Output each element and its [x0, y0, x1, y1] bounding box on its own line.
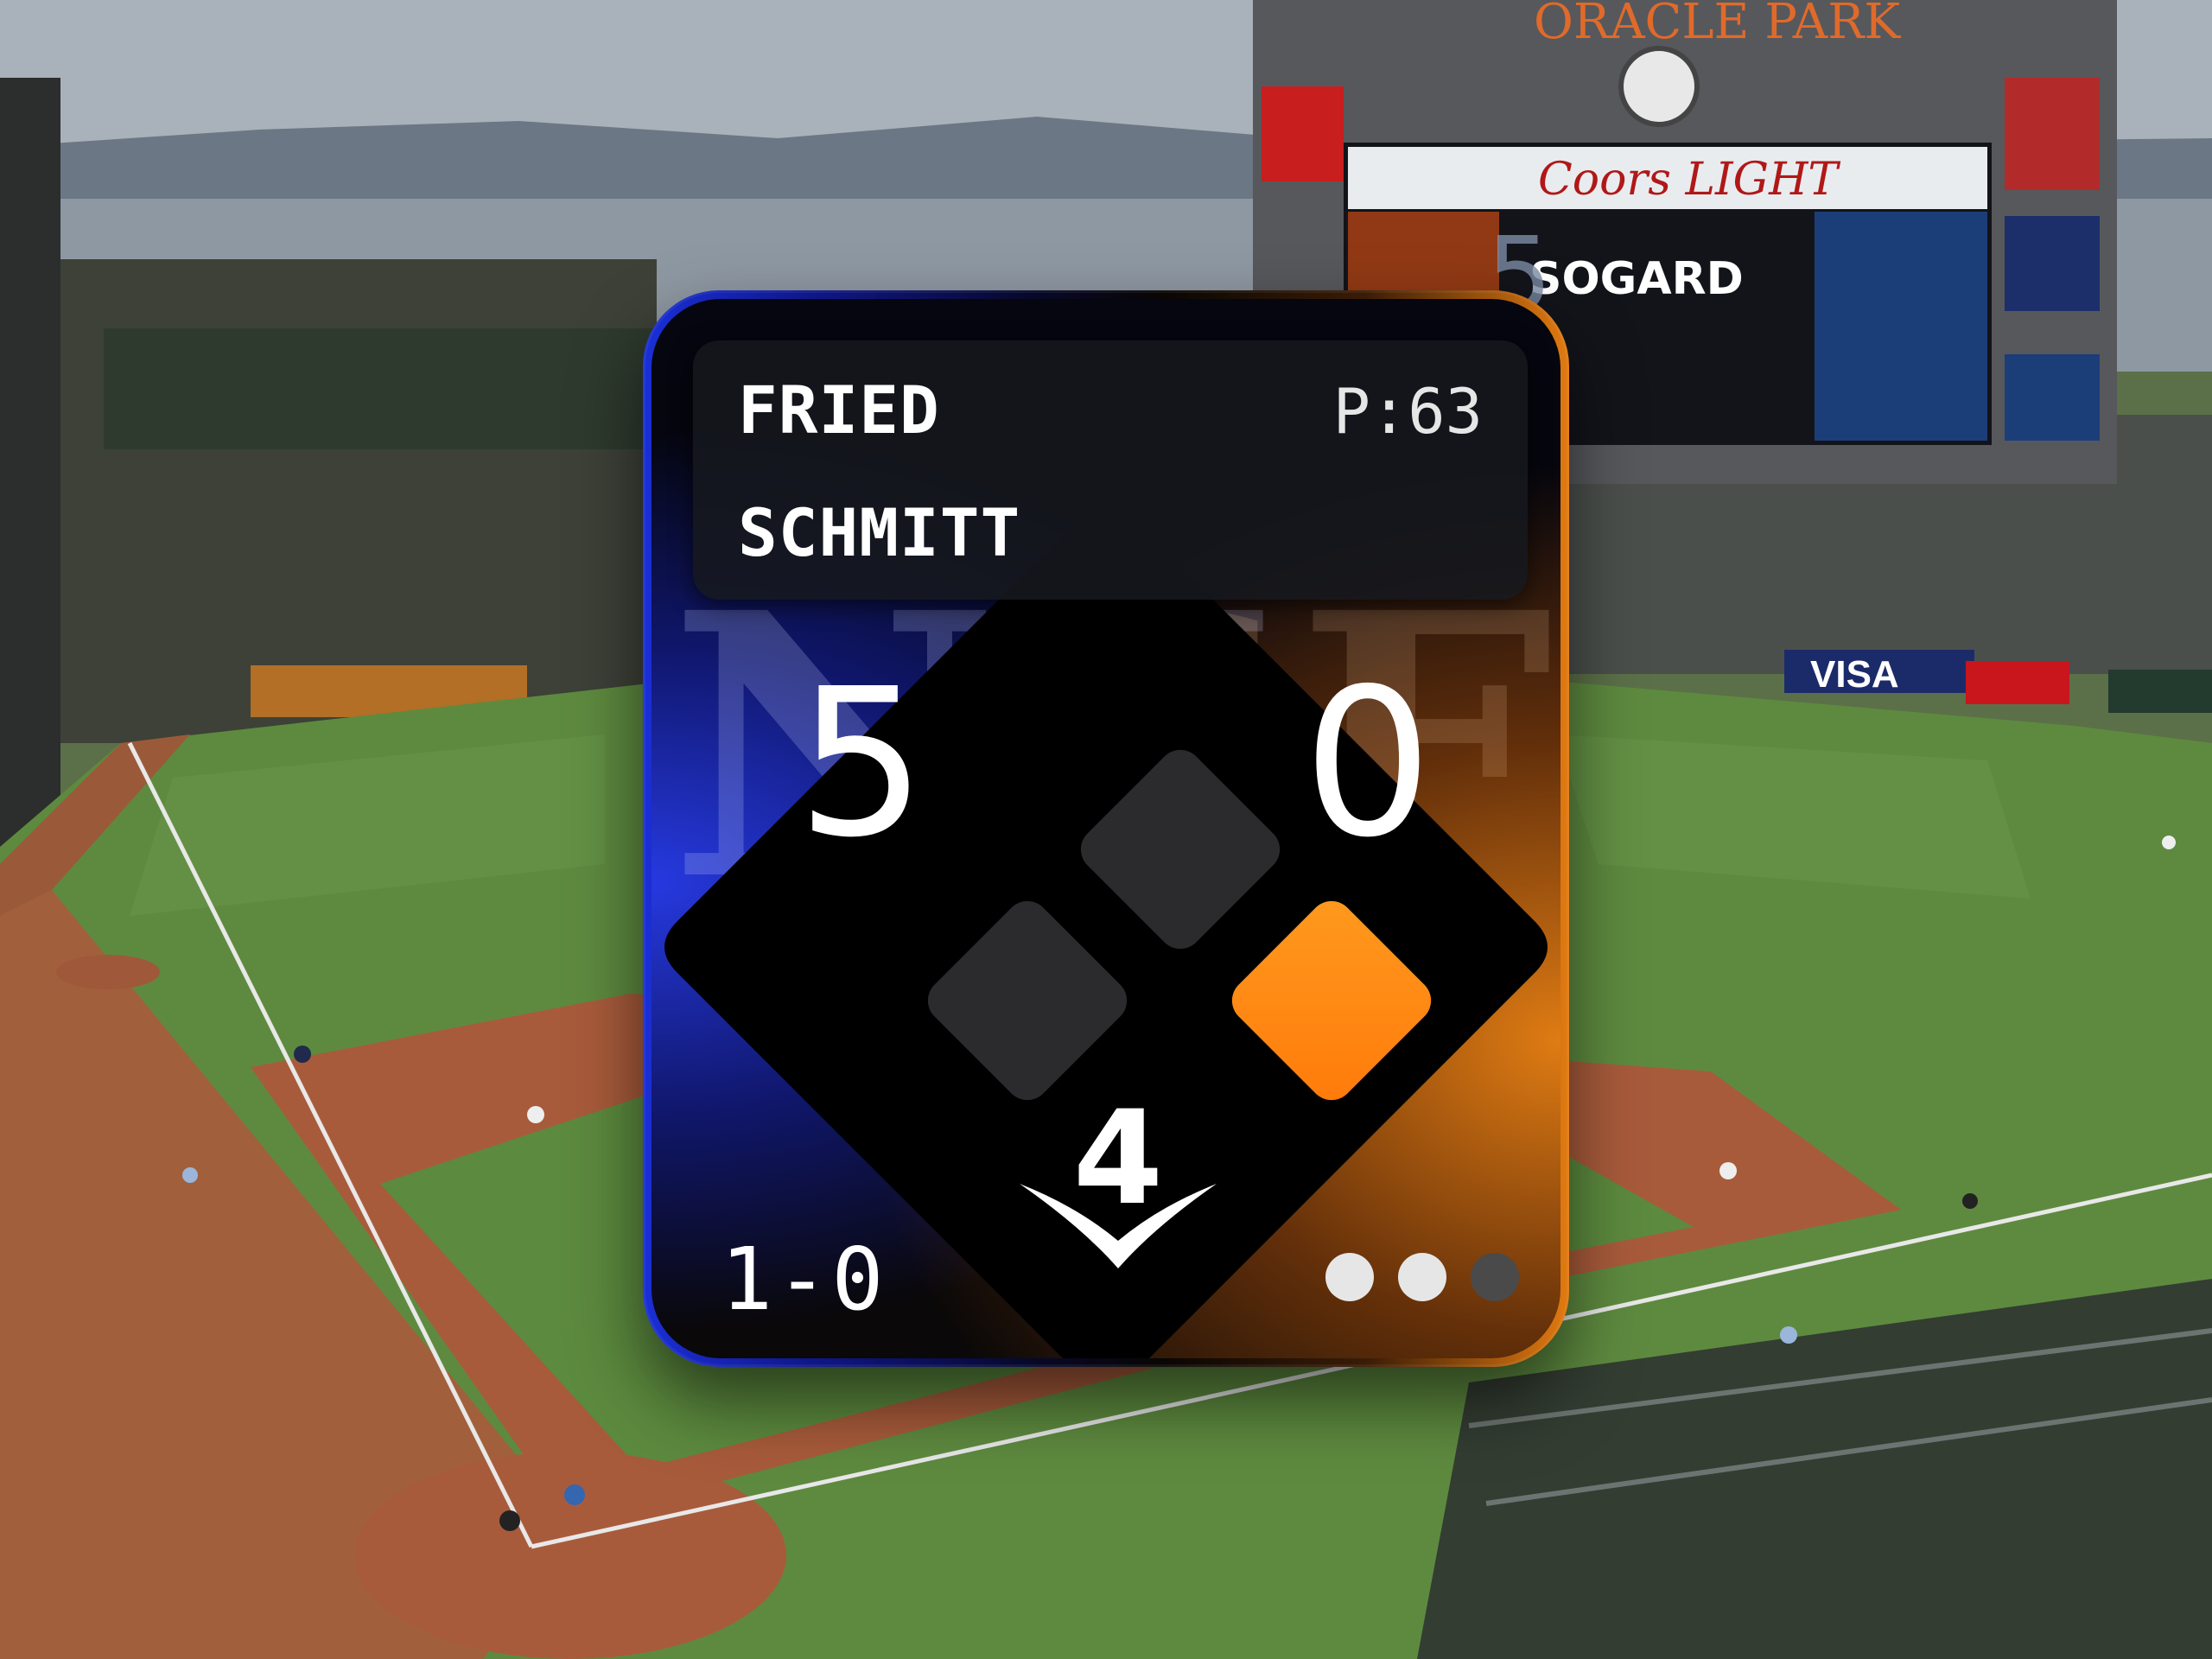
- ball-strike-count: 1-0: [721, 1229, 887, 1330]
- ballpark-name-sign: ORACLE PARK: [1534, 0, 1901, 50]
- scoreboard-ad-text: Coors LIGHT: [1538, 154, 1840, 206]
- aaa-wall-sign: [1966, 661, 2069, 704]
- home-score: 0: [1302, 645, 1433, 882]
- scoreboard-batter-text: SOGARD: [1529, 253, 1744, 305]
- biofreeze-wall-sign: [2108, 670, 2212, 713]
- out-dot-3: [1471, 1253, 1519, 1301]
- widget-body: NY SF FRIED P:63 SCHMITT 5 0 4 1-0: [652, 299, 1560, 1358]
- clock-icon: [1618, 46, 1700, 127]
- pitcher-name: FRIED: [738, 372, 940, 448]
- outs-indicator: [1325, 1253, 1519, 1301]
- dignity-health-sign: [2005, 78, 2100, 190]
- scoreboard-widget[interactable]: NY SF FRIED P:63 SCHMITT 5 0 4 1-0: [643, 290, 1569, 1367]
- chevron-down-icon: [1020, 1184, 1217, 1268]
- visa-text: VISA: [1810, 653, 1899, 696]
- batter-name: SCHMITT: [738, 494, 1021, 571]
- adobe-sign: [1262, 86, 1344, 181]
- blue-shield-sign: [2005, 216, 2100, 311]
- away-score: 5: [797, 645, 927, 882]
- matchup-panel: FRIED P:63 SCHMITT: [693, 340, 1528, 600]
- out-dot-2: [1398, 1253, 1446, 1301]
- pitch-count: P:63: [1332, 375, 1483, 448]
- out-dot-1: [1325, 1253, 1374, 1301]
- schwab-sign: [2005, 354, 2100, 441]
